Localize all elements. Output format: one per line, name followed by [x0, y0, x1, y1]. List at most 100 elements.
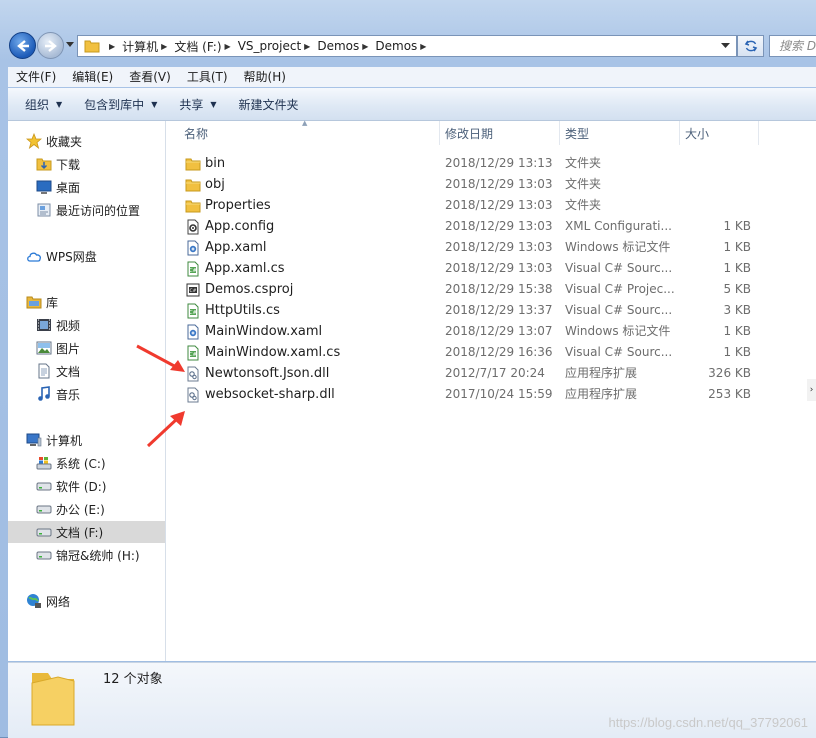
menu-item[interactable]: 编辑(E): [64, 67, 121, 87]
recent-pages-dropdown-icon[interactable]: [66, 42, 74, 48]
file-size: 3 KB: [723, 303, 751, 317]
refresh-button[interactable]: [737, 35, 764, 57]
breadcrumb-item[interactable]: Demos: [375, 39, 417, 53]
file-name: MainWindow.xaml.cs: [205, 345, 341, 360]
nav-item[interactable]: 音乐: [8, 383, 165, 405]
breadcrumb-separator-icon[interactable]: ▶: [304, 42, 310, 51]
address-history-dropdown-icon[interactable]: [721, 43, 730, 49]
file-type: 文件夹: [565, 177, 602, 191]
csproj-file-icon: C#: [185, 282, 201, 298]
nav-item[interactable]: 收藏夹: [8, 130, 165, 152]
file-type: 应用程序扩展: [565, 366, 638, 380]
breadcrumb-item[interactable]: 文档 (F:): [174, 38, 221, 55]
file-row[interactable]: App.config 2018/12/29 13:03 XML Configurat…: [166, 216, 816, 237]
star-icon: [26, 133, 42, 149]
nav-item[interactable]: 下载: [8, 153, 165, 175]
menu-item[interactable]: 帮助(H): [236, 67, 294, 87]
file-size: 1 KB: [723, 261, 751, 275]
column-header-date[interactable]: 修改日期: [445, 121, 555, 145]
breadcrumb-item[interactable]: Demos: [317, 39, 359, 53]
file-modified-date: 2012/7/17 20:24: [445, 366, 545, 380]
file-modified-date: 2018/12/29 13:03: [445, 240, 553, 254]
toolbar-button-label: 共享: [179, 97, 204, 112]
breadcrumb-separator-icon[interactable]: ▶: [362, 42, 368, 51]
details-pane: 12 个对象 https://blog.csdn.net/qq_37792061: [8, 662, 816, 738]
file-row[interactable]: C# MainWindow.xaml.cs 2018/12/29 16:36 Visu…: [166, 342, 816, 363]
nav-item[interactable]: 办公 (E:): [8, 498, 165, 520]
breadcrumb-separator-icon[interactable]: ▶: [109, 42, 115, 51]
nav-item[interactable]: 网络: [8, 590, 165, 612]
nav-item[interactable]: 系统 (C:): [8, 452, 165, 474]
file-size: 5 KB: [723, 282, 751, 296]
library-icon: [26, 294, 42, 310]
file-type: XML Configurati...: [565, 219, 672, 233]
toolbar-button[interactable]: 组织 ▼: [16, 91, 71, 117]
file-modified-date: 2017/10/24 15:59: [445, 387, 553, 401]
nav-item-label: 文档 (F:): [56, 525, 104, 540]
breadcrumb-separator-icon[interactable]: ▶: [420, 42, 426, 51]
file-modified-date: 2018/12/29 13:03: [445, 261, 553, 275]
svg-text:C#: C#: [189, 268, 197, 274]
file-name: App.xaml.cs: [205, 261, 285, 276]
nav-item[interactable]: 视频: [8, 314, 165, 336]
file-row[interactable]: obj 2018/12/29 13:03 文件夹: [166, 174, 816, 195]
breadcrumb-item[interactable]: VS_project: [238, 39, 301, 53]
file-row[interactable]: App.xaml 2018/12/29 13:03 Windows 标记文件 1 KB: [166, 237, 816, 258]
file-modified-date: 2018/12/29 13:37: [445, 303, 553, 317]
nav-item[interactable]: WPS网盘: [8, 245, 165, 267]
file-row[interactable]: websocket-sharp.dll 2017/10/24 15:59 应用程序扩…: [166, 384, 816, 405]
drive-icon: [36, 547, 52, 563]
nav-item[interactable]: 库: [8, 291, 165, 313]
nav-item-label: 文档: [56, 364, 81, 379]
toolbar-button[interactable]: 共享 ▼: [170, 91, 225, 117]
file-row[interactable]: C# App.xaml.cs 2018/12/29 13:03 Visual C# S…: [166, 258, 816, 279]
breadcrumb-item[interactable]: 计算机: [122, 38, 158, 55]
file-row[interactable]: bin 2018/12/29 13:13 文件夹: [166, 153, 816, 174]
forward-button[interactable]: [37, 32, 64, 59]
network-icon: [26, 593, 42, 609]
nav-item[interactable]: 文档 (F:): [8, 521, 165, 543]
large-folder-icon: [31, 673, 75, 726]
file-row[interactable]: C# Demos.csproj 2018/12/29 15:38 Visual C# …: [166, 279, 816, 300]
file-size: 1 KB: [723, 219, 751, 233]
nav-item[interactable]: 最近访问的位置: [8, 199, 165, 221]
breadcrumb-separator-icon[interactable]: ▶: [161, 42, 167, 51]
item-count: 12 个对象: [103, 672, 163, 687]
file-type: Visual C# Sourc...: [565, 261, 673, 275]
menu-item[interactable]: 查看(V): [121, 67, 179, 87]
nav-item-label: WPS网盘: [46, 249, 97, 264]
nav-item[interactable]: 软件 (D:): [8, 475, 165, 497]
file-name: websocket-sharp.dll: [205, 387, 335, 402]
nav-item-label: 视频: [56, 318, 81, 333]
address-row: ▶ 计算机 ▶ 文档 (F:) ▶ VS_project ▶ Demos ▶ Demos ▶ 搜索 …: [0, 28, 816, 64]
annotation-arrow-upper: [136, 344, 185, 372]
file-row[interactable]: Properties 2018/12/29 13:03 文件夹: [166, 195, 816, 216]
search-input[interactable]: 搜索 D: [769, 35, 816, 57]
toolbar-button[interactable]: 新建文件夹: [230, 91, 308, 117]
breadcrumb-separator-icon[interactable]: ▶: [225, 42, 231, 51]
desktop-icon: [36, 179, 52, 195]
dll-file-icon: [185, 387, 201, 403]
column-header-size[interactable]: 大小: [685, 121, 755, 145]
back-button[interactable]: [9, 32, 36, 59]
address-bar[interactable]: ▶ 计算机 ▶ 文档 (F:) ▶ VS_project ▶ Demos ▶ Demos ▶: [77, 35, 737, 57]
toolbar-button[interactable]: 包含到库中 ▼: [75, 91, 166, 117]
file-row[interactable]: C# HttpUtils.cs 2018/12/29 13:37 Visual C# …: [166, 300, 816, 321]
file-type: 应用程序扩展: [565, 387, 638, 401]
file-modified-date: 2018/12/29 13:03: [445, 219, 553, 233]
folder-icon: [185, 198, 201, 214]
file-type: Windows 标记文件: [565, 324, 671, 338]
svg-text:C#: C#: [189, 352, 197, 358]
menu-item[interactable]: 工具(T): [179, 67, 236, 87]
file-row[interactable]: MainWindow.xaml 2018/12/29 13:07 Windows 标…: [166, 321, 816, 342]
menu-item[interactable]: 文件(F): [8, 67, 64, 87]
nav-item[interactable]: 桌面: [8, 176, 165, 198]
folder-icon: [185, 177, 201, 193]
column-header-name[interactable]: 名称: [184, 121, 434, 145]
navigation-pane[interactable]: 收藏夹 下载 桌面 最近访问的位置 WPS网盘库视频 图片 文档 音乐 计算机 系统 (C:) 软件…: [8, 121, 166, 661]
file-row[interactable]: Newtonsoft.Json.dll 2012/7/17 20:24 应用程序扩展…: [166, 363, 816, 384]
nav-item[interactable]: 锦冠&统帅 (H:): [8, 544, 165, 566]
refresh-icon: [744, 40, 757, 52]
column-header-type[interactable]: 类型: [565, 121, 675, 145]
csharp-file-icon: C#: [185, 303, 201, 319]
